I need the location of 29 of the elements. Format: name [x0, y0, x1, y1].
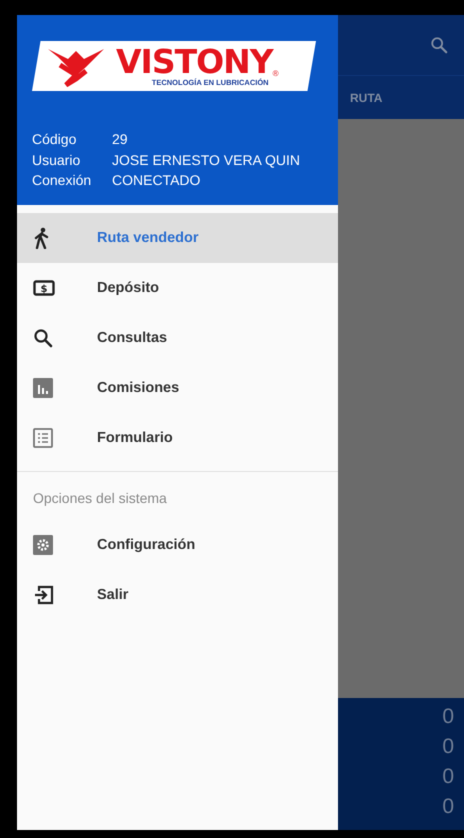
menu-item[interactable]: Formulario: [17, 413, 338, 463]
info-value: JOSE ERNESTO VERA QUIN: [112, 150, 302, 170]
search-icon: [33, 328, 53, 348]
total-value: 0: [442, 764, 454, 790]
menu-item[interactable]: Consultas: [17, 313, 338, 363]
menu-item[interactable]: Salir: [17, 570, 338, 620]
info-value: CONECTADO: [112, 171, 202, 190]
search-icon[interactable]: [430, 36, 448, 54]
menu-item[interactable]: $ Depósito: [17, 263, 338, 313]
registered-mark: ®: [272, 68, 279, 78]
info-value: 29: [112, 130, 129, 149]
list-icon: [33, 428, 53, 448]
info-label: Usuario: [32, 150, 82, 170]
logo-title: VISTONY: [116, 46, 273, 78]
menu-item[interactable]: Comisiones: [17, 363, 338, 413]
section-header: Opciones del sistema: [32, 489, 168, 508]
tab-label: RUTA: [349, 90, 382, 104]
menu-item[interactable]: Ruta vendedor: [17, 213, 338, 263]
bar-chart-icon: [33, 378, 53, 398]
total-value: 0: [442, 704, 454, 730]
total-value: 0: [442, 794, 454, 820]
info-label: Código: [32, 130, 78, 149]
info-label: Conexión: [32, 171, 92, 190]
dollar-bill-icon: $: [33, 280, 55, 296]
walking-person-icon: [33, 227, 51, 249]
total-value: 0: [442, 734, 454, 760]
exit-icon: [33, 585, 55, 605]
menu-item[interactable]: Configuración: [17, 520, 338, 570]
gear-icon: [33, 535, 53, 555]
